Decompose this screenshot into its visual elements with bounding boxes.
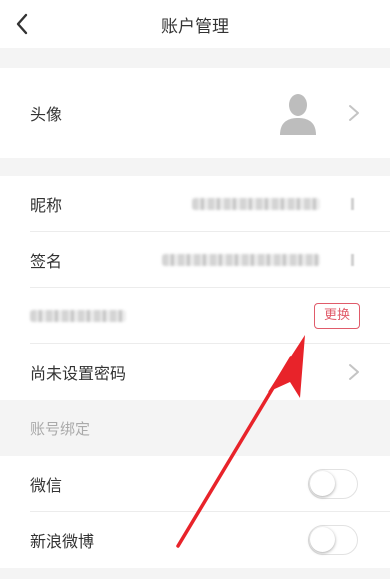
nickname-label: 昵称	[30, 196, 63, 215]
password-row[interactable]: 尚未设置密码	[0, 344, 390, 400]
page-title: 账户管理	[161, 16, 229, 37]
wechat-label: 微信	[30, 476, 63, 495]
wechat-row: 微信	[0, 456, 390, 512]
weibo-label: 新浪微博	[30, 532, 95, 551]
avatar-label: 头像	[30, 105, 63, 124]
toggle-knob	[310, 527, 335, 552]
section-spacer	[0, 158, 390, 176]
chevron-right-icon	[349, 364, 359, 380]
signature-indicator	[351, 254, 354, 266]
password-label: 尚未设置密码	[30, 364, 127, 383]
user-silhouette-icon	[276, 91, 320, 135]
nickname-indicator	[351, 198, 354, 210]
account-value-redacted	[30, 310, 126, 322]
wechat-toggle[interactable]	[308, 469, 358, 499]
toggle-knob	[310, 471, 335, 496]
avatar-row[interactable]: 头像	[0, 68, 390, 158]
signature-row[interactable]: 签名	[0, 232, 390, 288]
nickname-row[interactable]: 昵称	[0, 176, 390, 232]
top-spacer	[0, 48, 390, 68]
weibo-row: 新浪微博	[0, 512, 390, 568]
chevron-right-icon	[349, 105, 359, 121]
change-button[interactable]: 更换	[313, 303, 360, 329]
section-header-account-binding: 账号绑定	[0, 400, 390, 456]
back-button[interactable]	[6, 8, 38, 40]
account-row: 更换	[0, 288, 390, 344]
signature-value-redacted	[162, 254, 320, 266]
weibo-toggle[interactable]	[308, 525, 358, 555]
navigation-bar: 账户管理	[0, 0, 390, 48]
nickname-value-redacted	[192, 198, 320, 210]
back-arrow-icon	[16, 13, 28, 35]
signature-label: 签名	[30, 252, 63, 271]
